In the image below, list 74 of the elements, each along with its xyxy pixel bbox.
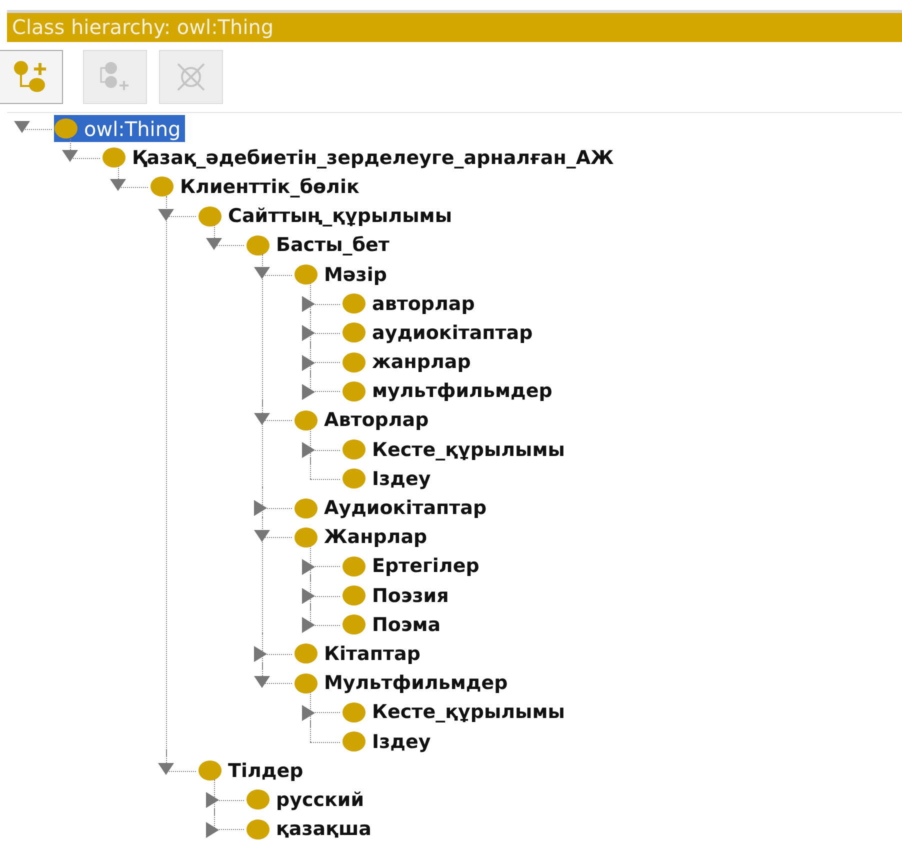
class-node[interactable]: мультфильмдер [342,378,556,405]
class-icon [198,760,222,782]
class-node[interactable]: Авторлар [294,406,433,434]
class-icon [342,468,366,490]
class-node[interactable]: Ертегілер [342,552,484,580]
class-icon [342,439,366,460]
collapsed-arrow-icon[interactable] [302,588,316,604]
class-node[interactable]: Сайттың_құрылымы [198,202,456,230]
collapsed-arrow-icon[interactable] [302,442,316,458]
expanded-arrow-icon[interactable] [254,412,270,427]
collapsed-arrow-icon[interactable] [302,704,316,721]
class-icon [342,322,366,344]
class-icon [198,206,222,227]
class-icon [294,643,318,664]
class-icon [342,585,366,606]
class-node[interactable]: Поэзия [342,582,453,610]
class-icon [342,352,366,373]
class-icon [246,789,270,810]
class-node[interactable]: Мультфильмдер [294,670,512,697]
class-icon [342,614,366,636]
class-node[interactable]: аудиокітаптар [342,319,537,346]
expanded-arrow-icon[interactable] [206,238,222,252]
collapsed-arrow-icon[interactable] [302,617,316,634]
class-node[interactable]: Тілдер [198,757,308,784]
class-icon [246,234,270,256]
expanded-arrow-icon[interactable] [158,208,174,223]
collapsed-arrow-icon[interactable] [254,500,268,516]
class-node[interactable]: Қазақ_әдебиетін_зерделеуге_арналған_АЖ [102,144,618,172]
class-node[interactable]: Кітаптар [294,640,424,668]
class-icon [342,556,366,577]
class-node[interactable]: Кесте_құрылымы [342,698,569,726]
class-icon [150,176,174,198]
class-icon [246,818,270,840]
class-icon [102,147,126,168]
class-icon [294,526,318,548]
class-node[interactable]: Іздеу [342,465,435,492]
class-icon [342,380,366,402]
expanded-arrow-icon[interactable] [14,121,30,135]
class-icon [342,702,366,723]
class-icon [294,672,318,694]
expanded-arrow-icon[interactable] [62,150,78,164]
class-node[interactable]: қазақша [246,816,376,843]
class-icon [294,264,318,286]
collapsed-arrow-icon[interactable] [302,325,316,342]
expanded-arrow-icon[interactable] [254,676,270,690]
class-node[interactable]: Клиенттік_бөлік [150,173,364,200]
collapsed-arrow-icon[interactable] [302,354,316,370]
class-node[interactable]: авторлар [342,290,479,318]
collapsed-arrow-icon[interactable] [206,822,220,838]
class-icon [342,731,366,752]
class-icon [54,118,78,140]
class-node[interactable]: русский [246,786,368,814]
class-node[interactable]: Іздеу [342,728,435,756]
class-icon [294,498,318,519]
class-node[interactable]: Басты_бет [246,232,394,259]
panel-title: Class hierarchy: owl:Thing [7,13,902,42]
class-node[interactable]: owl:Thing [54,115,185,142]
collapsed-arrow-icon[interactable] [206,792,220,808]
class-node[interactable]: Мәзір [294,261,391,288]
expanded-arrow-icon[interactable] [254,266,270,281]
collapsed-arrow-icon[interactable] [254,646,268,662]
class-icon [294,410,318,431]
class-node[interactable]: жанрлар [342,348,475,376]
expanded-arrow-icon[interactable] [158,763,174,778]
expanded-arrow-icon[interactable] [254,530,270,544]
class-node[interactable]: Поэма [342,611,445,638]
collapsed-arrow-icon[interactable] [302,384,316,400]
class-node[interactable]: Аудиокітаптар [294,494,491,522]
collapsed-arrow-icon[interactable] [302,296,316,312]
class-node[interactable]: Кесте_құрылымы [342,436,569,464]
class-node[interactable]: Жанрлар [294,524,432,551]
expanded-arrow-icon[interactable] [110,179,126,194]
collapsed-arrow-icon[interactable] [302,558,316,575]
class-icon [342,293,366,314]
